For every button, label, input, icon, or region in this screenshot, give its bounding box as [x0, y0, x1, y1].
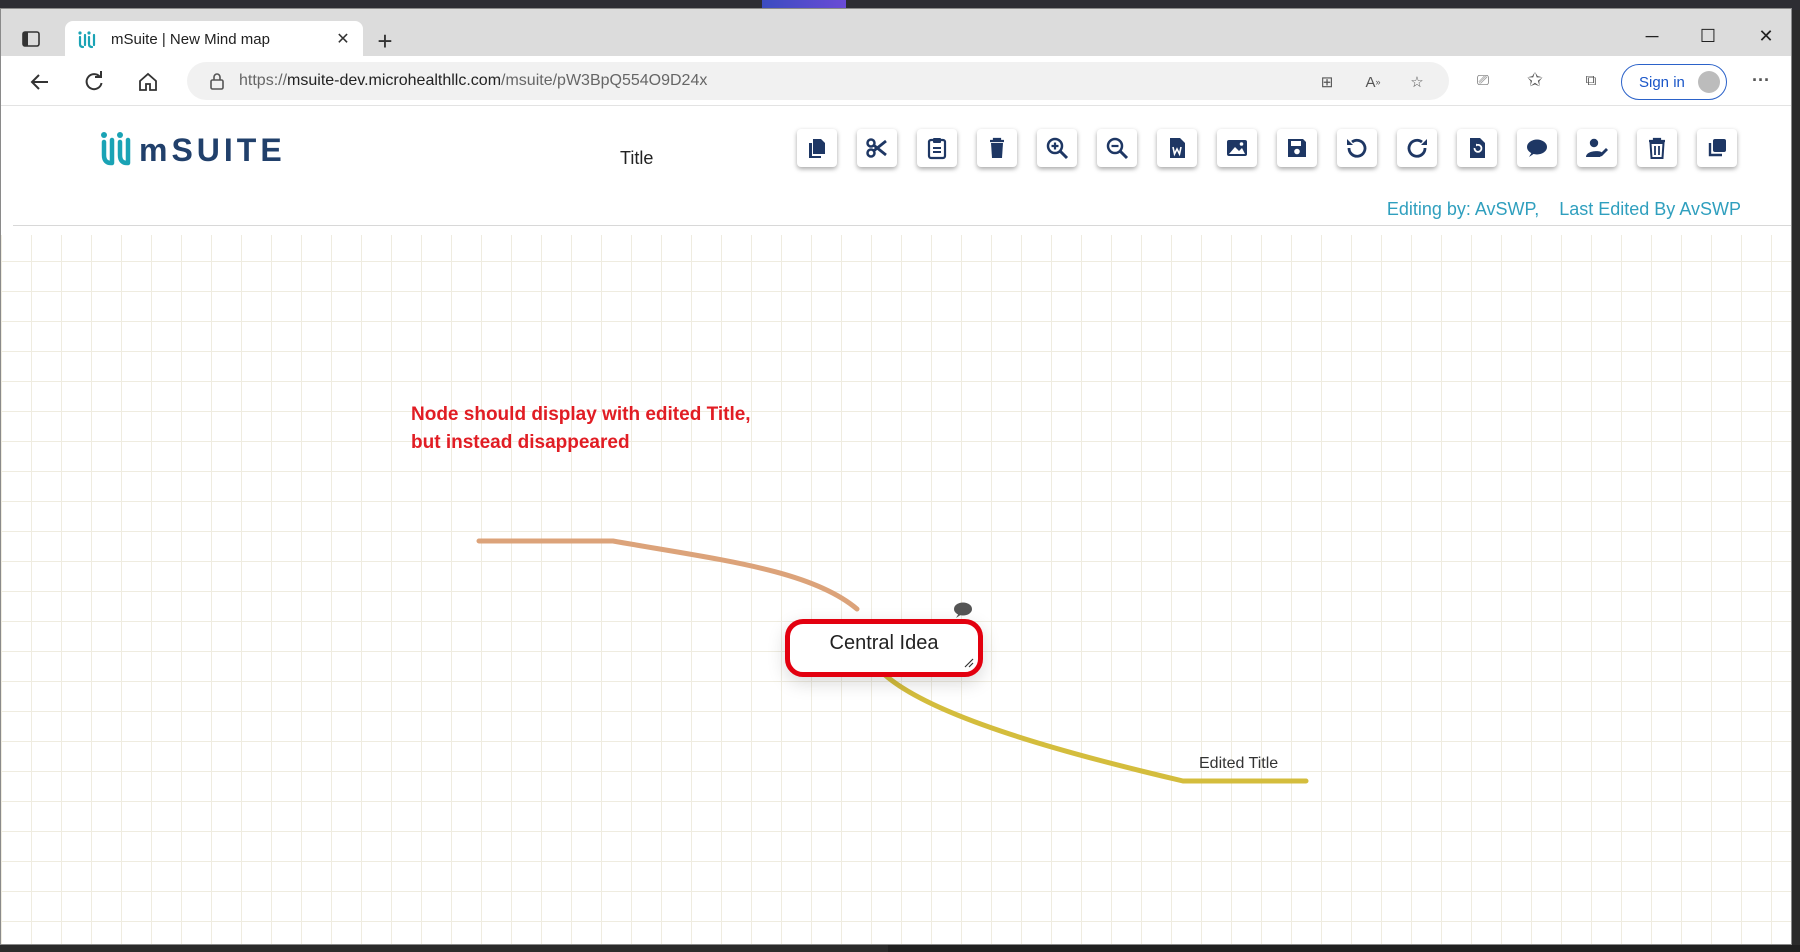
msuite-favicon-icon: [78, 31, 96, 49]
zoom-out-button[interactable]: [1097, 129, 1137, 167]
restore-version-button[interactable]: [1457, 129, 1497, 167]
editing-info: Editing by: AvSWP, Last Edited By AvSWP: [1386, 199, 1741, 219]
copy-icon: [809, 139, 825, 158]
export-word-icon: [1170, 138, 1185, 158]
redo-button[interactable]: [1397, 129, 1437, 167]
refresh-button[interactable]: [77, 65, 111, 99]
close-window-icon[interactable]: ✕: [1743, 21, 1789, 51]
undo-button[interactable]: [1337, 129, 1377, 167]
node-comment-icon[interactable]: [953, 601, 973, 619]
annotation-line-2: but instead disappeared: [411, 432, 630, 453]
favorites-icon[interactable]: ✩: [1523, 70, 1547, 91]
msuite-logo-icon: [101, 132, 131, 166]
paste-icon: [927, 138, 947, 160]
collections-icon[interactable]: ⧉: [1579, 70, 1603, 90]
url-path: /msuite/pW3BpQ554O9D24x: [501, 72, 708, 89]
app-header: mSUITE Title Editing by: AvSWP, Last Edi…: [1, 107, 1791, 219]
cut-button[interactable]: [857, 129, 897, 167]
refresh-icon: [85, 71, 103, 91]
zoom-in-button[interactable]: [1037, 129, 1077, 167]
browser-toolbar: https://msuite-dev.microhealthllc.com/ms…: [1, 56, 1791, 106]
tab-actions-button[interactable]: [15, 23, 47, 55]
child-node-edited-title[interactable]: Edited Title: [1199, 755, 1278, 773]
back-button[interactable]: [23, 65, 57, 99]
annotation-line-1: Node should display with edited Title,: [411, 404, 751, 425]
taskbar-bottom: [888, 945, 1800, 952]
sign-in-label: Sign in: [1639, 73, 1685, 91]
delete-node-button[interactable]: [977, 129, 1017, 167]
maximize-icon[interactable]: ☐: [1685, 21, 1731, 51]
zoom-out-icon: [1106, 137, 1129, 160]
url-scheme: https://: [239, 72, 288, 89]
duplicate-icon: [1708, 139, 1726, 157]
read-aloud-icon[interactable]: A»: [1361, 72, 1385, 92]
comment-icon: [1527, 139, 1547, 157]
msuite-logo[interactable]: mSUITE: [99, 129, 286, 171]
image-icon: [1227, 140, 1247, 156]
close-tab-icon[interactable]: ✕: [333, 29, 353, 49]
tab-strip: mSuite | New Mind map ✕ + ─ ☐ ✕: [1, 9, 1791, 57]
save-button[interactable]: [1277, 129, 1317, 167]
redo-icon: [1407, 138, 1427, 158]
profile-avatar: [1698, 71, 1720, 93]
address-bar[interactable]: https://msuite-dev.microhealthllc.com/ms…: [187, 62, 1449, 100]
home-button[interactable]: [131, 65, 165, 99]
mindmap-branches: [476, 538, 1309, 784]
duplicate-map-button[interactable]: [1697, 129, 1737, 167]
tab-title: mSuite | New Mind map: [111, 30, 270, 48]
add-favorite-icon[interactable]: ☆: [1405, 72, 1429, 92]
mindmap-toolbar: [797, 129, 1757, 167]
restore-icon: [1470, 138, 1485, 158]
resize-handle-icon[interactable]: [964, 658, 974, 668]
back-arrow-icon: [30, 74, 48, 90]
tab-actions-icon: [22, 31, 40, 47]
bug-annotation: Node should display with edited Title, b…: [411, 401, 751, 457]
central-idea-node[interactable]: Central Idea: [785, 619, 983, 677]
cut-icon: [866, 138, 887, 158]
sign-in-button[interactable]: Sign in: [1621, 64, 1727, 100]
save-icon: [1288, 139, 1306, 157]
delete-icon: [990, 137, 1004, 158]
user-edit-button[interactable]: [1577, 129, 1617, 167]
trash-map-button[interactable]: [1637, 129, 1677, 167]
lock-icon: [210, 73, 224, 90]
left-branch[interactable]: [476, 538, 860, 612]
document-title[interactable]: Title: [620, 148, 653, 169]
central-node-label: Central Idea: [829, 632, 939, 654]
cast-icon[interactable]: ⎚: [1471, 70, 1495, 90]
msuite-app: mSUITE Title Editing by: AvSWP, Last Edi…: [1, 107, 1791, 944]
insert-image-button[interactable]: [1217, 129, 1257, 167]
url-host: msuite-dev.microhealthllc.com: [287, 72, 502, 89]
browser-window: mSuite | New Mind map ✕ + ─ ☐ ✕ https://…: [0, 8, 1792, 945]
tab-msuite[interactable]: mSuite | New Mind map ✕: [65, 21, 363, 57]
export-word-button[interactable]: [1157, 129, 1197, 167]
minimize-icon[interactable]: ─: [1629, 21, 1675, 51]
new-tab-button[interactable]: +: [371, 27, 399, 55]
undo-icon: [1347, 138, 1367, 158]
trash-icon: [1649, 137, 1665, 159]
header-divider: [13, 225, 1791, 226]
comment-button[interactable]: [1517, 129, 1557, 167]
more-options-icon[interactable]: ···: [1749, 70, 1773, 90]
url-text: https://msuite-dev.microhealthllc.com/ms…: [239, 72, 707, 90]
user-edit-icon: [1586, 138, 1608, 157]
paste-button[interactable]: [917, 129, 957, 167]
copy-button[interactable]: [797, 129, 837, 167]
app-available-icon[interactable]: ⊞: [1315, 72, 1339, 92]
mindmap-canvas[interactable]: Node should display with edited Title, b…: [1, 235, 1791, 944]
home-icon: [139, 72, 157, 91]
logo-text: mSUITE: [139, 131, 286, 168]
zoom-in-icon: [1046, 137, 1069, 160]
